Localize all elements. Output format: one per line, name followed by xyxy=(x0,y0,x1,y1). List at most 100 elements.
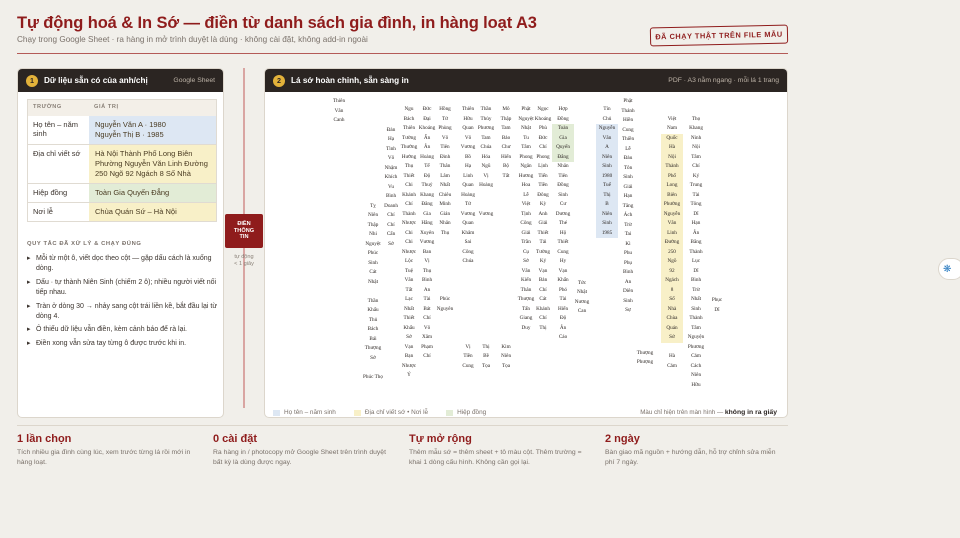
document-cell[interactable]: Chí xyxy=(532,143,554,153)
document-cell[interactable]: Vô xyxy=(416,324,438,334)
document-cell[interactable] xyxy=(571,250,593,260)
document-cell[interactable] xyxy=(634,235,656,245)
document-cell[interactable] xyxy=(571,193,593,203)
document-cell[interactable]: Tông xyxy=(685,200,707,210)
document-cell[interactable]: Chủ xyxy=(596,115,618,125)
document-cell[interactable]: B xyxy=(596,200,618,210)
document-cell[interactable]: Nương xyxy=(571,298,593,308)
document-cell[interactable]: Thánh xyxy=(617,107,639,117)
document-cell[interactable] xyxy=(475,219,497,229)
document-cell[interactable]: Cảm xyxy=(661,362,683,372)
document-cell[interactable]: Lịnh xyxy=(532,162,554,172)
document-cell[interactable] xyxy=(434,286,456,296)
document-cell[interactable]: Phúc xyxy=(434,295,456,305)
document-cell[interactable] xyxy=(434,248,456,258)
document-cell[interactable] xyxy=(634,282,656,292)
document-cell[interactable]: Thụ xyxy=(434,229,456,239)
document-cell[interactable] xyxy=(495,276,517,286)
field-value-cell[interactable]: Nguyễn Văn A · 1980 Nguyễn Thị B · 1985 xyxy=(89,115,216,144)
document-cell[interactable]: Tọa xyxy=(475,362,497,372)
document-cell[interactable] xyxy=(495,314,517,324)
document-cell[interactable]: Niên xyxy=(495,352,517,362)
document-cell[interactable] xyxy=(634,311,656,321)
document-cell[interactable] xyxy=(706,258,728,268)
document-cell[interactable]: Thủy xyxy=(475,115,497,125)
document-cell[interactable]: Đình xyxy=(434,153,456,163)
document-cell[interactable]: Thần xyxy=(475,105,497,115)
document-cell[interactable] xyxy=(475,267,497,277)
document-cell[interactable] xyxy=(634,225,656,235)
document-cell[interactable]: Vạn xyxy=(532,267,554,277)
document-cell[interactable]: Biên xyxy=(661,190,683,200)
document-cell[interactable] xyxy=(495,229,517,239)
document-cell[interactable]: Nhà xyxy=(661,304,683,314)
document-cell[interactable]: Can xyxy=(571,307,593,317)
field-value-cell[interactable]: Hà Nội Thành Phố Long Biên Phường Nguyễn… xyxy=(89,144,216,184)
document-cell[interactable]: Mô xyxy=(495,105,517,115)
document-cell[interactable] xyxy=(571,260,593,270)
document-cell[interactable] xyxy=(495,210,517,220)
document-cell[interactable] xyxy=(475,248,497,258)
document-cell[interactable] xyxy=(661,343,683,353)
document-cell[interactable]: Toàn xyxy=(552,124,574,134)
document-cell[interactable]: Bình xyxy=(685,276,707,286)
document-cell[interactable]: Số xyxy=(661,295,683,305)
document-cell[interactable]: Hợp xyxy=(552,105,574,115)
document-cell[interactable]: Phượng xyxy=(634,358,656,368)
document-cell[interactable]: Ngũ xyxy=(475,162,497,172)
document-cell[interactable]: Ân xyxy=(552,324,574,334)
document-cell[interactable]: Tín xyxy=(596,105,618,115)
document-cell[interactable]: Sinh xyxy=(617,173,639,183)
document-cell[interactable]: Phúc xyxy=(362,249,384,259)
document-cell[interactable]: Dĩ xyxy=(706,306,728,316)
document-cell[interactable] xyxy=(706,201,728,211)
document-cell[interactable]: Phùng xyxy=(434,124,456,134)
document-cell[interactable]: Thần xyxy=(362,297,384,307)
document-cell[interactable] xyxy=(495,295,517,305)
document-cell[interactable]: Sinh xyxy=(362,259,384,269)
document-cell[interactable]: Hữu xyxy=(685,381,707,391)
document-cell[interactable]: Phường xyxy=(661,200,683,210)
document-cell[interactable]: Lục xyxy=(685,257,707,267)
document-cell[interactable] xyxy=(495,181,517,191)
document-cell[interactable]: Chí xyxy=(685,162,707,172)
document-cell[interactable] xyxy=(661,105,683,115)
document-cell[interactable]: Cáo xyxy=(552,333,574,343)
document-cell[interactable]: Gián xyxy=(434,210,456,220)
document-cell[interactable]: Hạn xyxy=(617,192,639,202)
document-cell[interactable] xyxy=(706,287,728,297)
document-cell[interactable]: Thị xyxy=(475,343,497,353)
document-cell[interactable]: Khấu xyxy=(362,306,384,316)
document-cell[interactable]: Nhất xyxy=(685,295,707,305)
document-cell[interactable]: Tuế xyxy=(596,181,618,191)
document-cell[interactable] xyxy=(706,277,728,287)
document-cell[interactable]: Niên xyxy=(685,371,707,381)
document-cell[interactable] xyxy=(475,238,497,248)
document-cell[interactable] xyxy=(434,267,456,277)
document-cell[interactable]: Tải xyxy=(532,238,554,248)
document-cell[interactable]: Gia xyxy=(552,133,574,143)
document-cell[interactable]: Thiên xyxy=(328,97,350,107)
document-cell[interactable]: Ngọc xyxy=(532,105,554,115)
document-cell[interactable] xyxy=(495,238,517,248)
document-cell[interactable]: Vương xyxy=(475,210,497,220)
document-cell[interactable]: Tôn xyxy=(617,164,639,174)
floating-widget-icon[interactable]: ❋ xyxy=(938,258,960,280)
document-cell[interactable]: Đẳng xyxy=(552,152,574,162)
document-cell[interactable]: Bản xyxy=(532,276,554,286)
document-cell[interactable]: Thiết xyxy=(532,229,554,239)
document-cell[interactable]: Ngách xyxy=(661,276,683,286)
document-cell[interactable] xyxy=(571,241,593,251)
document-cell[interactable] xyxy=(706,220,728,230)
document-cell[interactable]: Bảo xyxy=(495,134,517,144)
document-cell[interactable] xyxy=(495,200,517,210)
document-cell[interactable]: Hiền xyxy=(617,116,639,126)
document-cell[interactable] xyxy=(475,324,497,334)
document-cell[interactable]: Tăng xyxy=(617,202,639,212)
document-cell[interactable]: A xyxy=(596,143,618,153)
document-cell[interactable]: Phố xyxy=(661,171,683,181)
field-value-cell[interactable]: Toàn Gia Quyến Đẳng xyxy=(89,184,216,203)
document-cell[interactable]: Tiền xyxy=(532,181,554,191)
document-cell[interactable]: Thọ xyxy=(685,115,707,125)
document-cell[interactable]: Văn xyxy=(661,219,683,229)
